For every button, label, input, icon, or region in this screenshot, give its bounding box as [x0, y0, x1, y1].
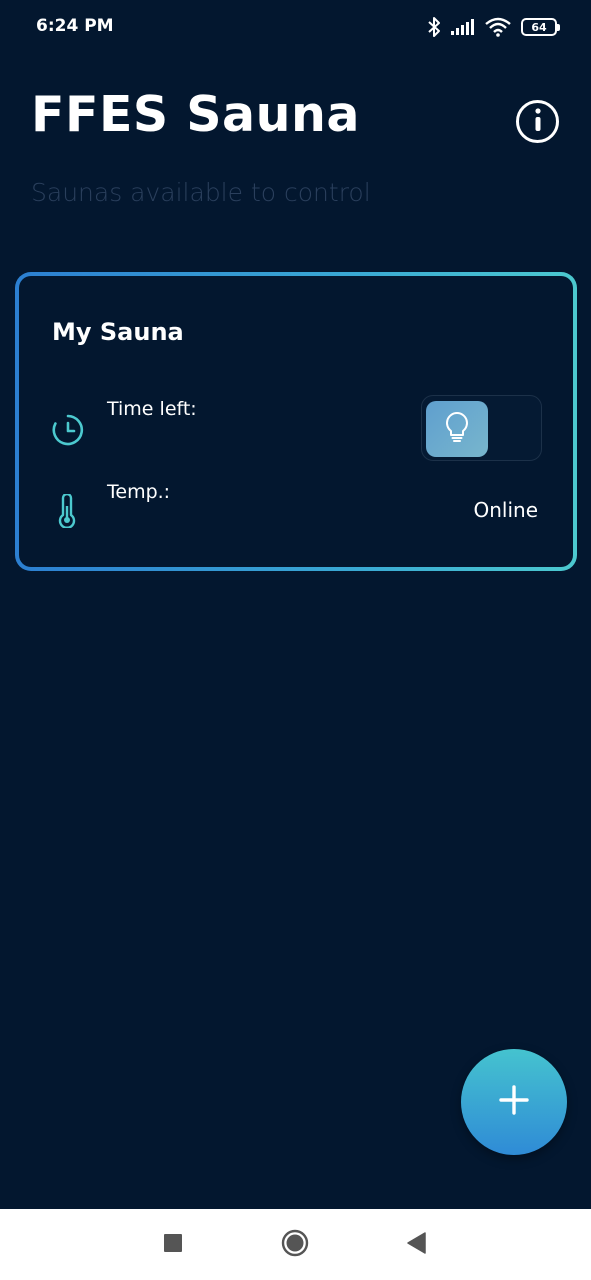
home-button[interactable] — [272, 1209, 318, 1280]
time-left-label: Time left: — [107, 398, 197, 420]
screen: 6:24 PM 64 FFES Sauna Saunas available t… — [0, 0, 591, 1280]
lightbulb-icon — [444, 411, 470, 447]
info-button[interactable] — [516, 100, 559, 143]
signal-icon — [451, 19, 475, 35]
status-time: 6:24 PM — [36, 16, 114, 36]
temp-label: Temp.: — [107, 481, 171, 503]
bluetooth-icon — [427, 16, 441, 38]
battery-level: 64 — [531, 20, 547, 34]
sauna-name: My Sauna — [52, 318, 184, 346]
clock-icon — [52, 414, 84, 450]
thermometer-icon — [58, 492, 76, 532]
recents-button[interactable] — [150, 1209, 196, 1280]
wifi-icon — [485, 17, 511, 37]
status-icons: 64 — [427, 14, 560, 40]
recents-square-icon — [164, 1233, 182, 1256]
sauna-card-body: My Sauna Time left: Temp.: Online — [19, 276, 573, 567]
sauna-card[interactable]: My Sauna Time left: Temp.: Online — [15, 272, 577, 571]
plus-icon — [498, 1084, 530, 1120]
info-icon — [534, 107, 542, 136]
battery-icon: 64 — [521, 18, 560, 36]
page-subtitle: Saunas available to control — [31, 178, 371, 207]
light-toggle[interactable] — [421, 395, 542, 461]
app-title: FFES Sauna — [31, 86, 360, 143]
back-button[interactable] — [394, 1209, 440, 1280]
system-nav-bar — [0, 1209, 591, 1280]
add-sauna-button[interactable] — [461, 1049, 567, 1155]
connection-status: Online — [473, 498, 538, 522]
back-triangle-icon — [407, 1231, 427, 1258]
light-toggle-knob[interactable] — [426, 401, 488, 457]
status-bar: 6:24 PM 64 — [0, 0, 591, 56]
home-circle-icon — [281, 1229, 309, 1261]
